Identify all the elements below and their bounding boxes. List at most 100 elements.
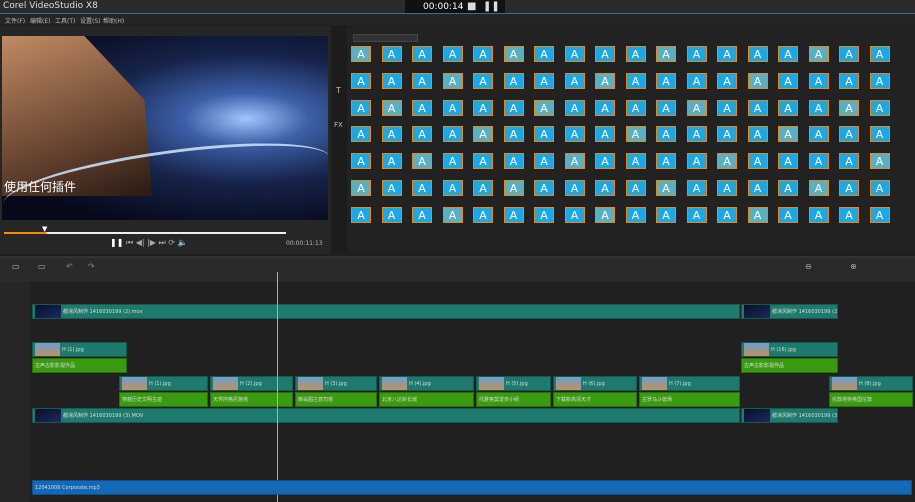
title-thumbnail[interactable]: A [442, 180, 463, 196]
title-thumbnail[interactable]: A [442, 126, 463, 143]
title-clip[interactable]: 麻翁图古普司塔 [295, 392, 377, 407]
image-clip[interactable]: H (8).jpg [829, 376, 913, 391]
title-thumbnail[interactable]: A [747, 126, 768, 143]
title-thumbnail[interactable]: A [625, 72, 646, 89]
title-clip[interactable]: 伦敦塔桥英国伦敦 [829, 392, 913, 407]
title-thumbnail[interactable]: A [747, 99, 768, 116]
title-thumbnail[interactable]: A [869, 153, 890, 170]
image-clip[interactable]: H (1).jpg [119, 376, 208, 391]
title-clip[interactable]: 北京八达岭长城 [379, 392, 474, 407]
title-thumbnail[interactable]: A [534, 99, 554, 116]
title-thumbnail[interactable]: A [869, 46, 890, 62]
menu-settings[interactable]: 设置(S) [80, 16, 101, 25]
title-thumbnail[interactable]: A [564, 153, 585, 170]
title-thumbnail[interactable]: A [442, 72, 463, 89]
title-thumbnail[interactable]: A [412, 46, 432, 62]
title-thumbnail[interactable]: A [869, 180, 890, 196]
title-thumbnail[interactable]: A [564, 72, 585, 89]
title-thumbnail[interactable]: A [808, 206, 829, 223]
video-clip[interactable]: 都滑风制作 1416030199 (2).mov [32, 304, 740, 319]
title-thumbnail[interactable]: A [381, 99, 402, 116]
title-thumbnail[interactable]: A [351, 72, 371, 89]
title-thumbnail[interactable]: A [381, 46, 402, 62]
fx-category-icon[interactable]: FX [334, 121, 343, 129]
title-thumbnail[interactable]: A [564, 180, 585, 196]
title-thumbnail[interactable]: A [747, 46, 768, 62]
undo-icon[interactable]: ↶ [66, 262, 73, 271]
title-thumbnail[interactable]: A [808, 153, 829, 170]
image-clip[interactable]: H (1).jpg [32, 342, 127, 357]
title-thumbnail[interactable]: A [656, 153, 676, 170]
audio-clip[interactable]: 12041006 Corporate.mp3 [32, 480, 912, 495]
title-thumbnail[interactable]: A [503, 46, 524, 62]
title-clip[interactable]: 下载新高清天才 [553, 392, 637, 407]
title-clip[interactable]: 古声古影影视作品 [741, 358, 838, 373]
title-thumbnail[interactable]: A [717, 126, 737, 143]
menu-file[interactable]: 文件(F) [5, 16, 25, 25]
menu-edit[interactable]: 编辑(E) [30, 16, 50, 25]
title-thumbnail[interactable]: A [808, 99, 829, 116]
title-thumbnail[interactable]: A [412, 206, 432, 223]
title-thumbnail[interactable]: A [412, 72, 432, 89]
title-thumbnail[interactable]: A [686, 126, 707, 143]
title-thumbnail[interactable]: A [595, 126, 615, 143]
title-thumbnail[interactable]: A [412, 126, 432, 143]
storyboard-view-icon[interactable]: ▭ [12, 262, 20, 271]
title-thumbnail[interactable]: A [778, 206, 798, 223]
title-thumbnail[interactable]: A [473, 99, 493, 116]
menu-tools[interactable]: 工具(T) [55, 16, 75, 25]
title-thumbnail[interactable]: A [839, 99, 859, 116]
title-thumbnail[interactable]: A [869, 99, 890, 116]
title-thumbnail[interactable]: A [534, 126, 554, 143]
image-clip[interactable]: H (4).jpg [379, 376, 474, 391]
title-thumbnail[interactable]: A [839, 72, 859, 89]
title-thumbnail[interactable]: A [839, 180, 859, 196]
video-clip[interactable]: 都滑风制作 1416030199 (2).MOV [741, 304, 838, 319]
title-thumbnail[interactable]: A [808, 180, 829, 196]
next-frame-button[interactable]: |▶ [147, 238, 156, 247]
title-thumbnail[interactable]: A [442, 153, 463, 170]
title-thumbnail[interactable]: A [564, 46, 585, 62]
title-thumbnail[interactable]: A [442, 99, 463, 116]
title-thumbnail[interactable]: A [412, 180, 432, 196]
title-thumbnail[interactable]: A [503, 99, 524, 116]
title-thumbnail[interactable]: A [747, 206, 768, 223]
title-thumbnail[interactable]: A [778, 153, 798, 170]
title-thumbnail[interactable]: A [412, 153, 432, 170]
title-thumbnail[interactable]: A [808, 72, 829, 89]
title-thumbnail[interactable]: A [778, 180, 798, 196]
title-thumbnail[interactable]: A [625, 153, 646, 170]
title-thumbnail[interactable]: A [839, 153, 859, 170]
stop-icon[interactable]: ■ [467, 1, 476, 12]
title-thumbnail[interactable]: A [473, 72, 493, 89]
title-thumbnail[interactable]: A [686, 46, 707, 62]
title-thumbnail[interactable]: A [595, 180, 615, 196]
title-thumbnail[interactable]: A [625, 126, 646, 143]
image-clip[interactable]: H (3).jpg [295, 376, 377, 391]
title-thumbnail[interactable]: A [717, 46, 737, 62]
title-clip[interactable]: 托雅格莫雷奈小组 [476, 392, 551, 407]
title-thumbnail[interactable]: A [381, 180, 402, 196]
title-thumbnail[interactable]: A [473, 206, 493, 223]
title-category-icon[interactable]: T [336, 86, 341, 95]
title-thumbnail[interactable]: A [717, 153, 737, 170]
title-thumbnail[interactable]: A [625, 46, 646, 62]
title-thumbnail[interactable]: A [351, 180, 371, 196]
title-thumbnail[interactable]: A [564, 206, 585, 223]
title-thumbnail[interactable]: A [534, 46, 554, 62]
zoom-out-icon[interactable]: ⊖ [805, 262, 812, 271]
title-thumbnail[interactable]: A [564, 99, 585, 116]
title-thumbnail[interactable]: A [747, 72, 768, 89]
title-thumbnail[interactable]: A [686, 206, 707, 223]
title-thumbnail[interactable]: A [351, 99, 371, 116]
title-thumbnail[interactable]: A [839, 126, 859, 143]
title-thumbnail[interactable]: A [381, 72, 402, 89]
title-thumbnail[interactable]: A [717, 180, 737, 196]
prev-frame-button[interactable]: ◀| [136, 238, 145, 247]
title-thumbnail[interactable]: A [564, 126, 585, 143]
title-thumbnail[interactable]: A [381, 126, 402, 143]
image-clip[interactable]: H (6).jpg [553, 376, 637, 391]
repeat-icon[interactable]: ⟳ [168, 238, 175, 247]
image-clip[interactable]: H (16).jpg [741, 342, 838, 357]
title-thumbnail[interactable]: A [869, 126, 890, 143]
